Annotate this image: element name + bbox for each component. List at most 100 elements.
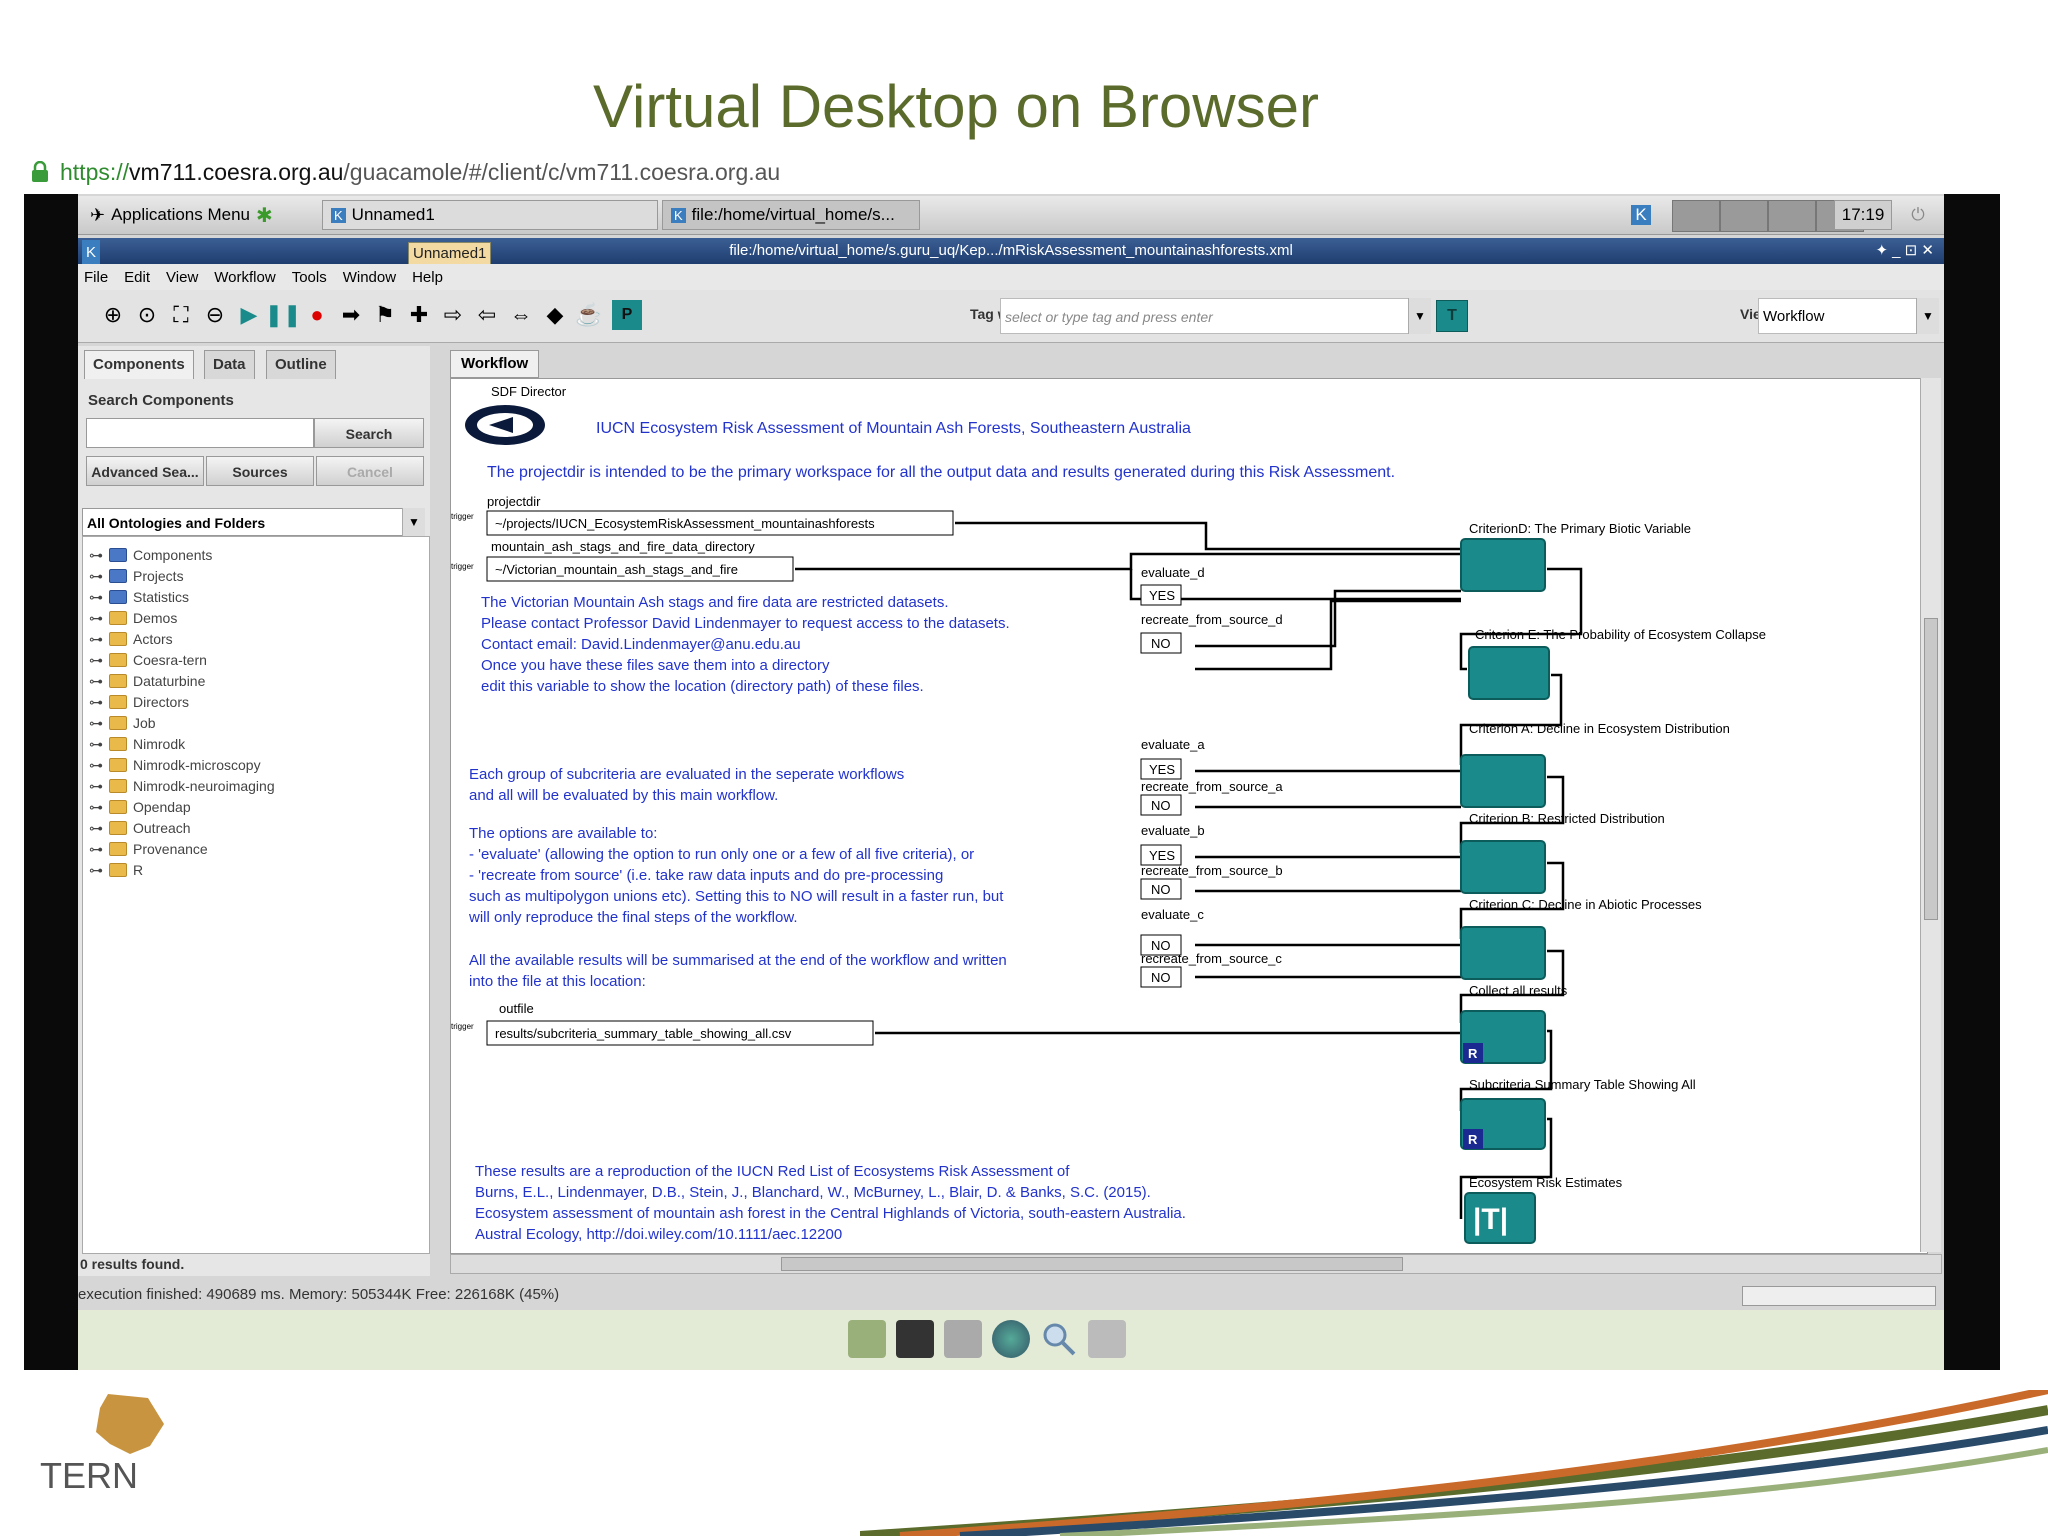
zoom-in-icon[interactable]: ⊕	[98, 300, 128, 330]
desktop-icon[interactable]	[848, 1320, 886, 1358]
sources-button[interactable]: Sources	[206, 456, 314, 486]
workspace-2[interactable]	[1720, 200, 1768, 232]
dock	[78, 1310, 1944, 1370]
zoom-out-icon[interactable]: ⊖	[200, 300, 230, 330]
tree-item[interactable]: ⊶ Opendap	[89, 797, 191, 817]
address-bar[interactable]: https://vm711.coesra.org.au/guacamole/#/…	[30, 156, 780, 188]
multiport-icon[interactable]: ⇨	[438, 300, 468, 330]
pause-icon[interactable]: ❚❚	[265, 300, 302, 330]
tree-item[interactable]: ⊶ Coesra-tern	[89, 650, 207, 670]
stop-icon[interactable]: ●	[302, 300, 332, 330]
task-label: file:/home/virtual_home/s...	[691, 205, 895, 224]
port-output-icon[interactable]: ➡	[336, 300, 366, 330]
search-button[interactable]: Search	[314, 418, 424, 448]
apps-menu-icon: ✈	[90, 204, 106, 225]
url-scheme: https://	[60, 158, 130, 185]
trigger-label: trigger	[451, 562, 474, 571]
tree-item[interactable]: ⊶ Job	[89, 713, 156, 733]
window-title-text: file:/home/virtual_home/s.guru_uq/Kep...…	[729, 242, 1293, 259]
advanced-search-button[interactable]: Advanced Sea...	[86, 456, 204, 486]
search-icon[interactable]	[1040, 1320, 1078, 1358]
run-icon[interactable]: ▶	[234, 300, 264, 330]
zoom-reset-icon[interactable]: ⊙	[132, 300, 162, 330]
tab-data[interactable]: Data	[204, 350, 255, 379]
tree-item[interactable]: ⊶ Demos	[89, 608, 177, 628]
browser-icon[interactable]	[992, 1320, 1030, 1358]
tree-item[interactable]: ⊶ Outreach	[89, 818, 191, 838]
tree-item[interactable]: ⊶ Directors	[89, 692, 189, 712]
task-label: Unnamed1	[351, 205, 435, 224]
svg-text:edit this variable to show the: edit this variable to show the location …	[481, 678, 924, 695]
window-controls[interactable]: ✦ _ ⊡ ✕	[1875, 238, 1934, 264]
menu-window[interactable]: Window	[343, 269, 396, 286]
ontology-select[interactable]: All Ontologies and Folders	[82, 508, 424, 536]
tree-item[interactable]: ⊶ Dataturbine	[89, 671, 205, 691]
menu-view[interactable]: View	[166, 269, 198, 286]
applications-menu[interactable]: ✈ Applications Menu ✱	[82, 200, 314, 230]
workspace-1[interactable]	[1672, 200, 1720, 232]
port-io-icon[interactable]: ✚	[404, 300, 434, 330]
tree-item[interactable]: ⊶ R	[89, 860, 143, 880]
svg-text:The Victorian Mountain Ash sta: The Victorian Mountain Ash stags and fir…	[481, 594, 948, 611]
actor-criterion-d[interactable]	[1460, 538, 1546, 592]
url-host: vm711.coesra.org.au	[129, 158, 344, 185]
task-file[interactable]: K file:/home/virtual_home/s...	[662, 200, 920, 230]
zoom-fit-icon[interactable]: ⛶	[166, 300, 196, 330]
folder-icon[interactable]	[1088, 1320, 1126, 1358]
task-unnamed1[interactable]: K Unnamed1	[322, 200, 658, 230]
tree-item[interactable]: ⊶ Statistics	[89, 587, 189, 607]
param-label: evaluate_b	[1141, 823, 1205, 838]
file-cabinet-icon[interactable]	[944, 1320, 982, 1358]
actor-criterion-a[interactable]	[1460, 754, 1546, 808]
tree-item[interactable]: ⊶ Actors	[89, 629, 173, 649]
terminal-icon[interactable]	[896, 1320, 934, 1358]
param-label: evaluate_c	[1141, 907, 1204, 922]
ontology-dropdown-icon[interactable]: ▼	[402, 508, 425, 536]
port-input-icon[interactable]: ⚑	[370, 300, 400, 330]
tab-components[interactable]: Components	[84, 350, 194, 379]
kepler-tray-icon[interactable]: K	[1616, 200, 1666, 230]
annotation-icon[interactable]: ☕	[574, 300, 604, 330]
tab-workflow[interactable]: Workflow	[450, 350, 540, 378]
results-count: 0 results found.	[80, 1256, 185, 1272]
menu-edit[interactable]: Edit	[124, 269, 150, 286]
tag-input[interactable]: select or type tag and press enter	[1000, 298, 1424, 334]
tree-item[interactable]: ⊶ Nimrodk-neuroimaging	[89, 776, 275, 796]
url-path: /guacamole/#/client/c/vm711.coesra.org.a…	[343, 158, 781, 185]
menu-file[interactable]: File	[84, 269, 108, 286]
workflow-canvas[interactable]: SDF Director IUCN Ecosystem Risk Assessm…	[450, 378, 1928, 1254]
power-icon[interactable]: ⏻	[1898, 200, 1938, 230]
p-icon[interactable]: P	[612, 300, 642, 330]
svg-text:Criterion E: The Probability o: Criterion E: The Probability of Ecosyste…	[1475, 627, 1766, 642]
actor-criterion-e[interactable]	[1468, 646, 1550, 700]
vertical-scrollbar[interactable]	[1920, 378, 1941, 1252]
cancel-button[interactable]: Cancel	[316, 456, 424, 486]
tab-outline[interactable]: Outline	[266, 350, 336, 379]
tree-item[interactable]: ⊶ Nimrodk	[89, 734, 185, 754]
tree-item[interactable]: ⊶ Provenance	[89, 839, 208, 859]
svg-text:such as multipolygon unions et: such as multipolygon unions etc). Settin…	[469, 888, 1004, 905]
actor-criterion-b[interactable]	[1460, 840, 1546, 894]
menu-help[interactable]: Help	[412, 269, 443, 286]
menu-workflow[interactable]: Workflow	[214, 269, 275, 286]
workspace-3[interactable]	[1768, 200, 1816, 232]
search-input[interactable]	[86, 418, 314, 448]
multiport-io-icon[interactable]: ⇔	[506, 300, 536, 330]
window-app-icon: K	[82, 240, 101, 266]
tree-item[interactable]: ⊶ Projects	[89, 566, 184, 586]
actor-criterion-c[interactable]	[1460, 926, 1546, 980]
tree-item[interactable]: ⊶ Components	[89, 545, 212, 565]
relation-icon[interactable]: ◆	[540, 300, 570, 330]
view-dropdown-icon[interactable]: ▼	[1916, 298, 1939, 334]
svg-text:Criterion B: Restricted Distri: Criterion B: Restricted Distribution	[1469, 811, 1665, 826]
multiport-in-icon[interactable]: ⇦	[472, 300, 502, 330]
menu-tools[interactable]: Tools	[292, 269, 327, 286]
reference-note: These results are a reproduction of the …	[475, 1163, 1186, 1243]
horizontal-scrollbar[interactable]	[450, 1254, 1942, 1274]
t-badge: |T|	[1473, 1203, 1508, 1236]
tag-icon[interactable]: T	[1436, 300, 1468, 332]
tree-item[interactable]: ⊶ Nimrodk-microscopy	[89, 755, 261, 775]
view-select[interactable]: Workflow	[1758, 298, 1936, 334]
svg-text:Subcriteria Summary Table Show: Subcriteria Summary Table Showing All	[1469, 1077, 1696, 1092]
tag-dropdown-icon[interactable]: ▼	[1408, 298, 1431, 334]
